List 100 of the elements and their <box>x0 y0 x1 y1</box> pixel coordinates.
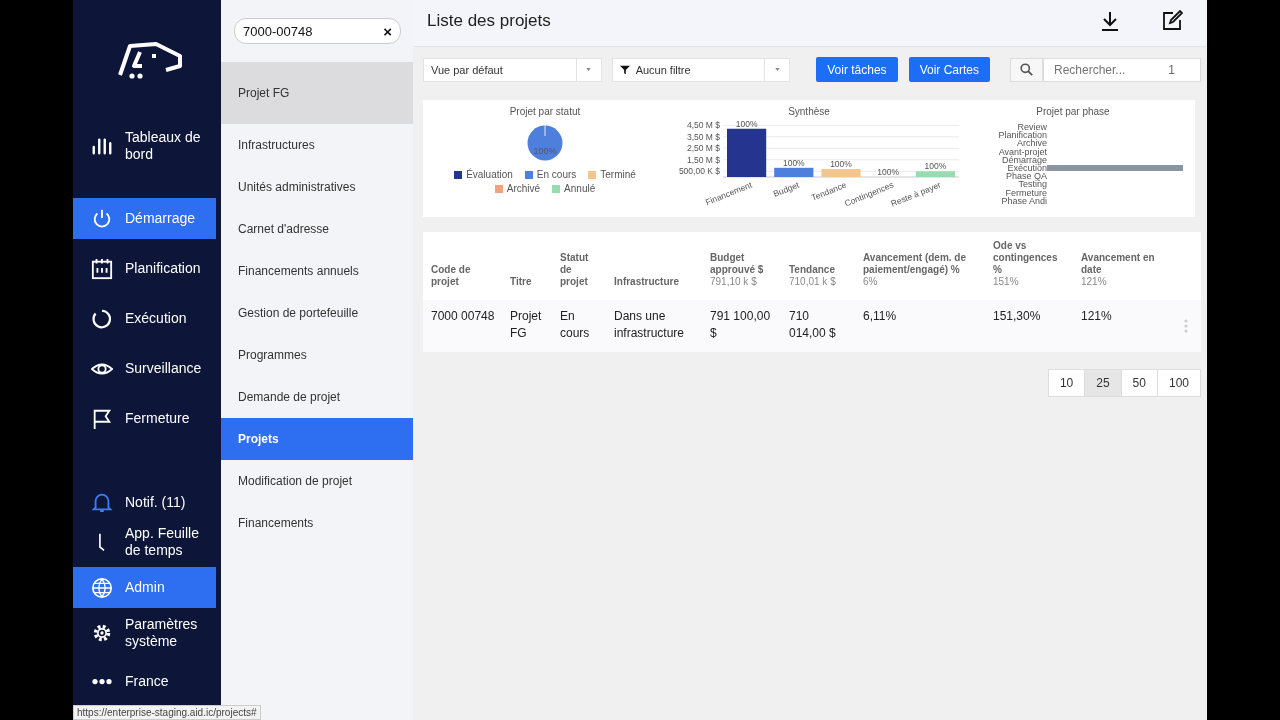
nav-item[interactable]: Tableaux de bord <box>73 114 216 178</box>
legend-label: En cours <box>536 169 577 180</box>
menu-item[interactable]: Financements <box>221 502 413 544</box>
column-header: Tendance <box>789 264 836 276</box>
nav-item[interactable]: Surveillance <box>73 348 216 389</box>
menu-item[interactable]: Infrastructures <box>221 124 413 166</box>
filter-icon <box>619 64 630 75</box>
table-cell: Dans une infrastructure <box>606 300 702 352</box>
bar <box>821 168 861 177</box>
column-summary: 151% <box>993 276 1020 288</box>
bell-icon <box>91 491 113 513</box>
axis-label: Démarrage <box>1001 155 1047 164</box>
table-cell: 710 014,00 $ <box>781 300 855 352</box>
nav-item[interactable]: Fermeture <box>73 398 216 439</box>
data-label: 100% <box>924 161 947 172</box>
nav-item[interactable]: Notif. (11) <box>73 484 216 520</box>
power-icon <box>91 207 113 230</box>
data-label: 100% <box>877 167 900 177</box>
flag-icon <box>91 407 113 430</box>
legend-label: Évaluation <box>466 169 513 180</box>
page-size-button[interactable]: 100 <box>1156 369 1201 397</box>
bar <box>727 128 767 177</box>
result-count: 1 <box>1168 62 1175 77</box>
legend-label: Annulé <box>564 183 596 194</box>
table-cell: 791 100,00 $ <box>702 300 781 352</box>
axis-label: Archive <box>1017 139 1047 148</box>
project-context: Projet FG <box>221 62 413 124</box>
menu-item[interactable]: Gestion de portefeuille <box>221 292 413 334</box>
legend-swatch <box>552 184 561 193</box>
bar <box>915 171 955 177</box>
edit-icon[interactable] <box>1161 10 1183 32</box>
page-size-button[interactable]: 50 <box>1120 369 1158 397</box>
axis-label: Phase Andi <box>1001 196 1047 206</box>
data-label: 100% <box>735 118 758 129</box>
column-header: Infrastructure <box>606 232 702 300</box>
tick-label: 4,50 M $ <box>686 120 720 131</box>
column-header: Titre <box>502 232 552 300</box>
caret-icon <box>774 68 780 71</box>
menu-item[interactable]: Carnet d'adresse <box>221 208 413 250</box>
legend-swatch <box>524 170 533 179</box>
menu-item[interactable]: Modification de projet <box>221 460 413 502</box>
action-button[interactable]: Voir Cartes <box>908 57 990 82</box>
globe-icon <box>91 576 113 599</box>
status-url: https://enterprise-staging.aid.ic/projects# <box>73 705 261 720</box>
nav-item[interactable]: Exécution <box>73 298 216 339</box>
caret-icon <box>586 68 592 71</box>
column-summary: 121% <box>1081 276 1108 288</box>
menu-item[interactable]: Financements annuels <box>221 250 413 292</box>
data-label: 100% <box>782 157 805 168</box>
axis-label: Fermeture <box>1005 188 1047 197</box>
axis-label: Review <box>1017 123 1047 132</box>
axis-label: Testing <box>1018 180 1047 189</box>
chart-title: Projet par phase <box>1036 106 1110 117</box>
chart-title: Projet par statut <box>509 106 581 117</box>
nav-item[interactable]: France <box>73 661 216 702</box>
table-cell: 6,11% <box>855 300 985 352</box>
table-cell: En cours <box>552 300 606 352</box>
table-cell: 151,30% <box>985 300 1073 352</box>
download-icon[interactable] <box>1099 10 1121 32</box>
dropdown[interactable]: Vue par défaut <box>423 57 602 82</box>
legend-label: Archivé <box>506 183 541 194</box>
nav-item[interactable]: App. Feuille de temps <box>73 520 216 564</box>
nav-item[interactable]: Admin <box>73 567 216 608</box>
column-header: Budget approuvé $ <box>710 252 765 276</box>
data-label: 100% <box>533 145 557 156</box>
axis-label: Phase QA <box>1005 172 1047 181</box>
nav-item[interactable]: Planification <box>73 248 216 289</box>
column-summary: 6% <box>863 276 879 288</box>
dropdown[interactable]: Aucun filtre <box>611 57 791 82</box>
menu-item[interactable]: Unités administratives <box>221 166 413 208</box>
search-icon <box>1020 63 1033 76</box>
legend-swatch <box>588 170 597 179</box>
dots-icon <box>91 678 113 685</box>
column-header: Avancement (dem. de paiement/engagé) % <box>863 252 967 276</box>
column-header: Statut de projet <box>552 232 606 300</box>
search-field[interactable]: 7000-00748 × <box>234 18 401 44</box>
column-header: Code de projet <box>423 232 502 300</box>
legend-swatch <box>494 184 503 193</box>
nav-item[interactable]: Paramètres système <box>73 612 216 653</box>
page-size-button[interactable]: 10 <box>1047 369 1086 397</box>
tick-label: 2,50 M $ <box>686 143 720 154</box>
menu-item[interactable]: Demande de projet <box>221 376 413 418</box>
axis-label: Avant-projet <box>998 147 1047 156</box>
clock-hand-icon <box>98 532 106 552</box>
clear-button[interactable]: × <box>383 22 392 40</box>
tick-label: 3,50 M $ <box>686 131 720 142</box>
calendar-icon <box>91 257 113 280</box>
action-button[interactable]: Voir tâches <box>816 57 898 82</box>
page-size-button[interactable]: 25 <box>1084 369 1122 397</box>
nav-item[interactable]: Démarrage <box>73 198 216 239</box>
search-button[interactable] <box>1010 57 1043 82</box>
menu-item[interactable]: Programmes <box>221 334 413 376</box>
axis-label: Exécution <box>1007 164 1047 173</box>
chart-title: Synthèse <box>788 106 830 117</box>
legend-label: Terminé <box>600 169 636 180</box>
pie-slice <box>527 125 563 161</box>
bar <box>774 167 814 177</box>
menu-item[interactable]: Projets <box>221 418 413 460</box>
bar-chart-icon <box>91 135 113 157</box>
axis-label: Planification <box>998 131 1047 140</box>
